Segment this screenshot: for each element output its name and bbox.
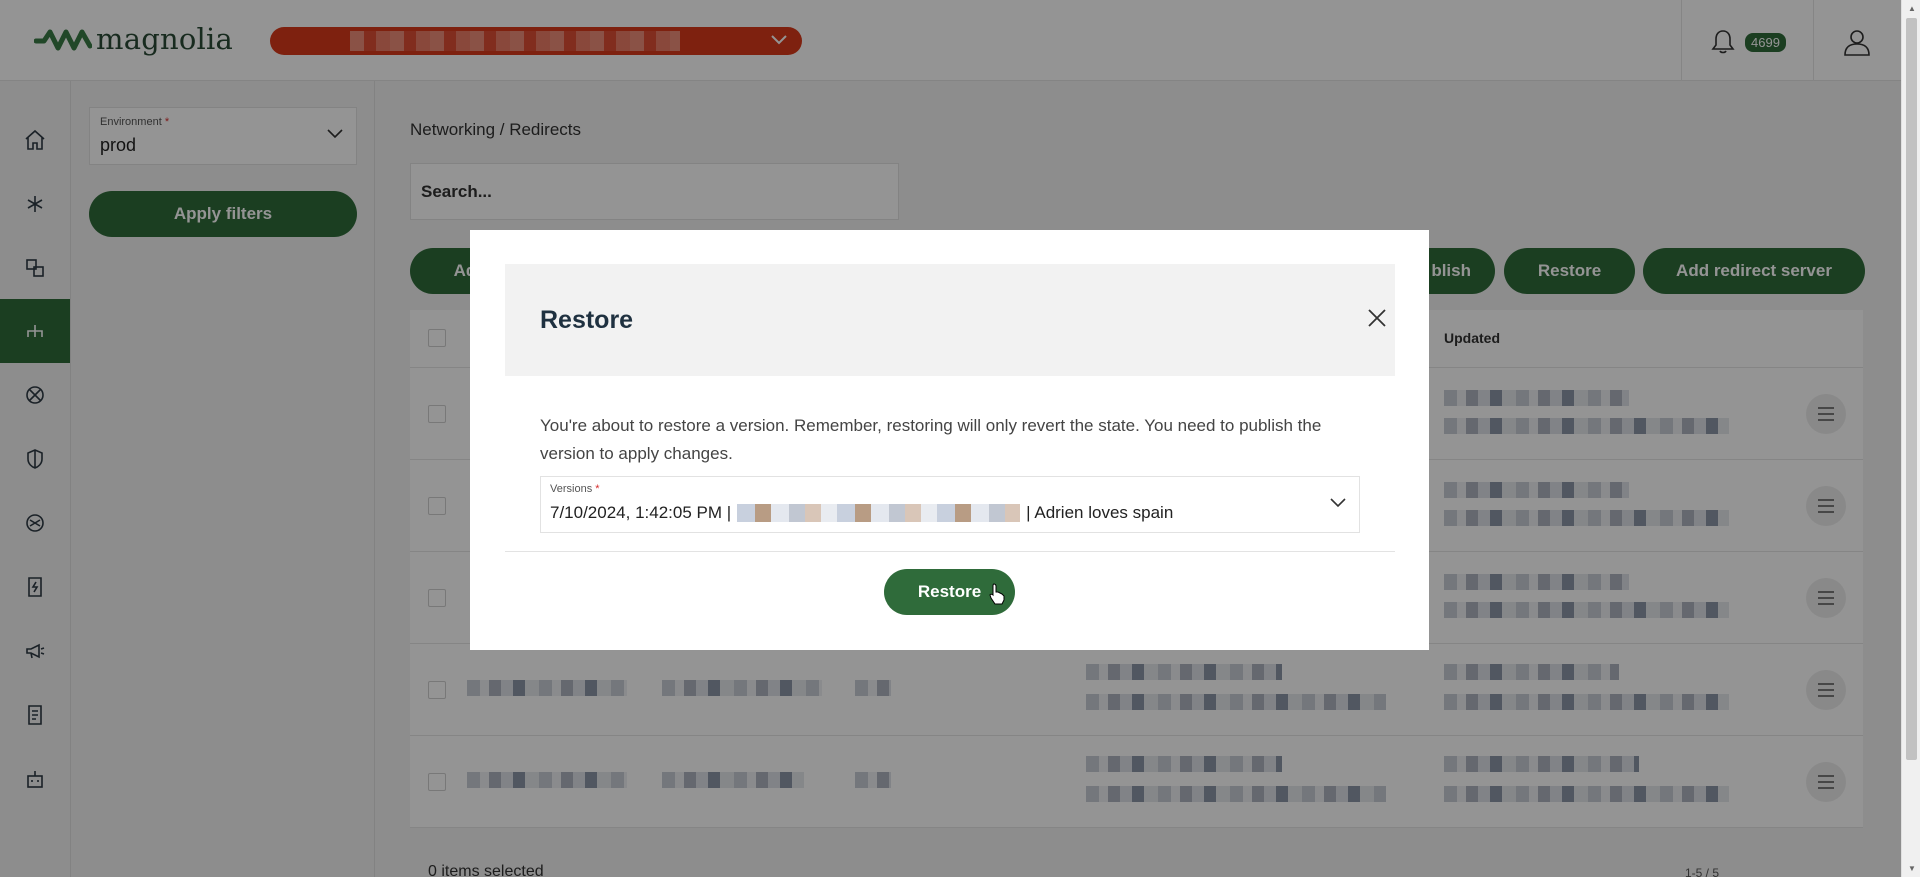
scroll-down-arrow[interactable]: ▼ — [1908, 864, 1916, 873]
close-icon[interactable] — [1365, 306, 1389, 330]
restore-dialog: Restore You're about to restore a versio… — [470, 230, 1429, 650]
versions-value: 7/10/2024, 1:42:05 PM | | Adrien loves s… — [550, 503, 1173, 523]
scroll-thumb[interactable] — [1906, 18, 1917, 760]
dialog-message: You're about to restore a version. Remem… — [540, 416, 1322, 463]
page-scrollbar[interactable]: ▲ ▼ — [1901, 0, 1920, 877]
hand-cursor-icon — [989, 583, 1005, 605]
versions-label: Versions * — [550, 483, 600, 495]
dialog-header: Restore — [505, 264, 1395, 376]
chevron-down-icon — [1330, 498, 1346, 508]
dialog-divider — [505, 551, 1395, 552]
scroll-up-arrow[interactable]: ▲ — [1908, 4, 1916, 13]
dialog-title: Restore — [540, 306, 634, 334]
redacted-author — [737, 504, 1021, 522]
version-date: 7/10/2024, 1:42:05 PM | — [550, 503, 732, 522]
version-note: | Adrien loves spain — [1026, 503, 1174, 522]
versions-select[interactable]: Versions * 7/10/2024, 1:42:05 PM | | Adr… — [540, 476, 1360, 533]
